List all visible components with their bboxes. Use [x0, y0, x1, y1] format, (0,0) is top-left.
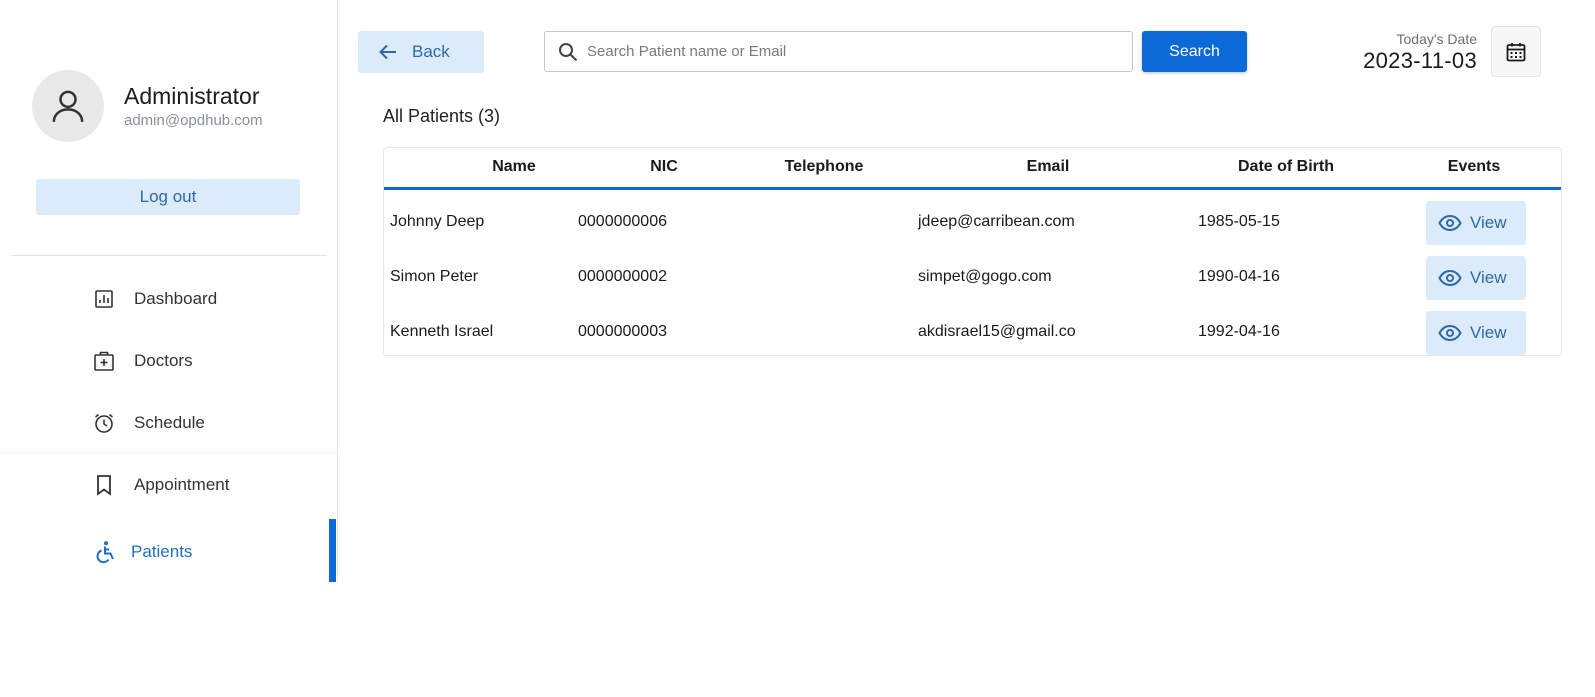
- user-icon: [52, 90, 84, 122]
- view-button-label: View: [1470, 268, 1507, 287]
- sidebar-border: [337, 452, 338, 582]
- sidebar-item-schedule[interactable]: Schedule: [92, 408, 205, 438]
- cell-date-of-birth: 1992-04-16: [1198, 323, 1280, 340]
- sidebar-item-label: Doctors: [134, 351, 193, 370]
- arrow-left-icon: [379, 44, 396, 60]
- sidebar-item-appointment[interactable]: Appointment: [92, 470, 229, 500]
- cell-date-of-birth: 1985-05-15: [1198, 213, 1280, 230]
- eye-icon: [1438, 269, 1462, 287]
- column-header-nic: NIC: [650, 158, 678, 175]
- logout-button[interactable]: Log out: [36, 179, 300, 215]
- table-row: Kenneth Israel 0000000003 akdisrael15@gm…: [384, 311, 1561, 366]
- view-button-label: View: [1470, 213, 1507, 232]
- cell-name: Simon Peter: [390, 268, 479, 285]
- cell-nic: 0000000002: [578, 268, 667, 285]
- bookmark-icon: [92, 473, 116, 497]
- search-input[interactable]: [587, 43, 1127, 60]
- cell-email: jdeep@carribean.com: [918, 213, 1075, 230]
- calendar-button[interactable]: [1491, 26, 1541, 77]
- user-name: Administrator: [124, 83, 260, 109]
- sidebar-item-patients[interactable]: Patients: [92, 537, 192, 567]
- sidebar-item-label: Schedule: [134, 413, 205, 432]
- date-caption: Today's Date: [1396, 31, 1478, 47]
- view-button[interactable]: View: [1426, 201, 1526, 245]
- cell-nic: 0000000003: [578, 323, 667, 340]
- view-button-label: View: [1470, 323, 1507, 342]
- sidebar-item-label: Appointment: [134, 475, 230, 494]
- column-header-events: Events: [1447, 158, 1501, 175]
- column-header-email: Email: [1026, 158, 1070, 175]
- sidebar-border: [0, 452, 338, 453]
- search-button[interactable]: Search: [1142, 31, 1247, 72]
- search-icon: [559, 42, 578, 61]
- eye-icon: [1438, 214, 1462, 232]
- user-profile: Administrator admin@opdhub.com: [32, 70, 263, 142]
- view-button[interactable]: View: [1426, 311, 1526, 355]
- eye-icon: [1438, 324, 1462, 342]
- avatar: [32, 70, 104, 142]
- cell-email: akdisrael15@gmail.co: [918, 323, 1076, 340]
- back-button[interactable]: Back: [358, 31, 484, 73]
- alarm-clock-icon: [92, 411, 116, 435]
- sidebar-item-label: Patients: [131, 542, 193, 561]
- medical-bag-icon: [92, 349, 116, 373]
- search-box: [544, 31, 1133, 72]
- column-header-name: Name: [492, 158, 536, 175]
- sidebar-divider: [11, 255, 327, 256]
- sidebar-item-label: Dashboard: [134, 289, 218, 308]
- date-value: 2023-11-03: [1363, 48, 1477, 73]
- todays-date: Today's Date 2023-11-03: [1363, 31, 1477, 74]
- cell-nic: 0000000006: [578, 213, 667, 230]
- cell-email: simpet@gogo.com: [918, 268, 1052, 285]
- calendar-icon: [1506, 42, 1526, 61]
- active-indicator: [329, 519, 336, 582]
- cell-name: Kenneth Israel: [390, 323, 494, 340]
- table-row: Johnny Deep 0000000006 jdeep@carribean.c…: [384, 201, 1561, 256]
- page-title: All Patients (3): [383, 106, 501, 126]
- column-header-date-of-birth: Date of Birth: [1238, 158, 1334, 175]
- accessibility-icon: [92, 540, 116, 564]
- back-button-label: Back: [412, 42, 450, 61]
- sidebar-item-dashboard[interactable]: Dashboard: [92, 284, 217, 314]
- sidebar-item-doctors[interactable]: Doctors: [92, 346, 193, 376]
- patients-table: Name NIC Telephone Email Date of Birth E…: [383, 147, 1562, 356]
- cell-name: Johnny Deep: [390, 213, 485, 230]
- table-row: Simon Peter 0000000002 simpet@gogo.com 1…: [384, 256, 1561, 311]
- table-header: Name NIC Telephone Email Date of Birth E…: [384, 148, 1561, 190]
- view-button[interactable]: View: [1426, 256, 1526, 300]
- sidebar-border: [337, 0, 338, 452]
- chart-icon: [92, 287, 116, 311]
- cell-date-of-birth: 1990-04-16: [1198, 268, 1280, 285]
- user-email: admin@opdhub.com: [124, 112, 263, 129]
- column-header-telephone: Telephone: [784, 158, 864, 175]
- sidebar: Administrator admin@opdhub.com Log out D…: [0, 0, 338, 697]
